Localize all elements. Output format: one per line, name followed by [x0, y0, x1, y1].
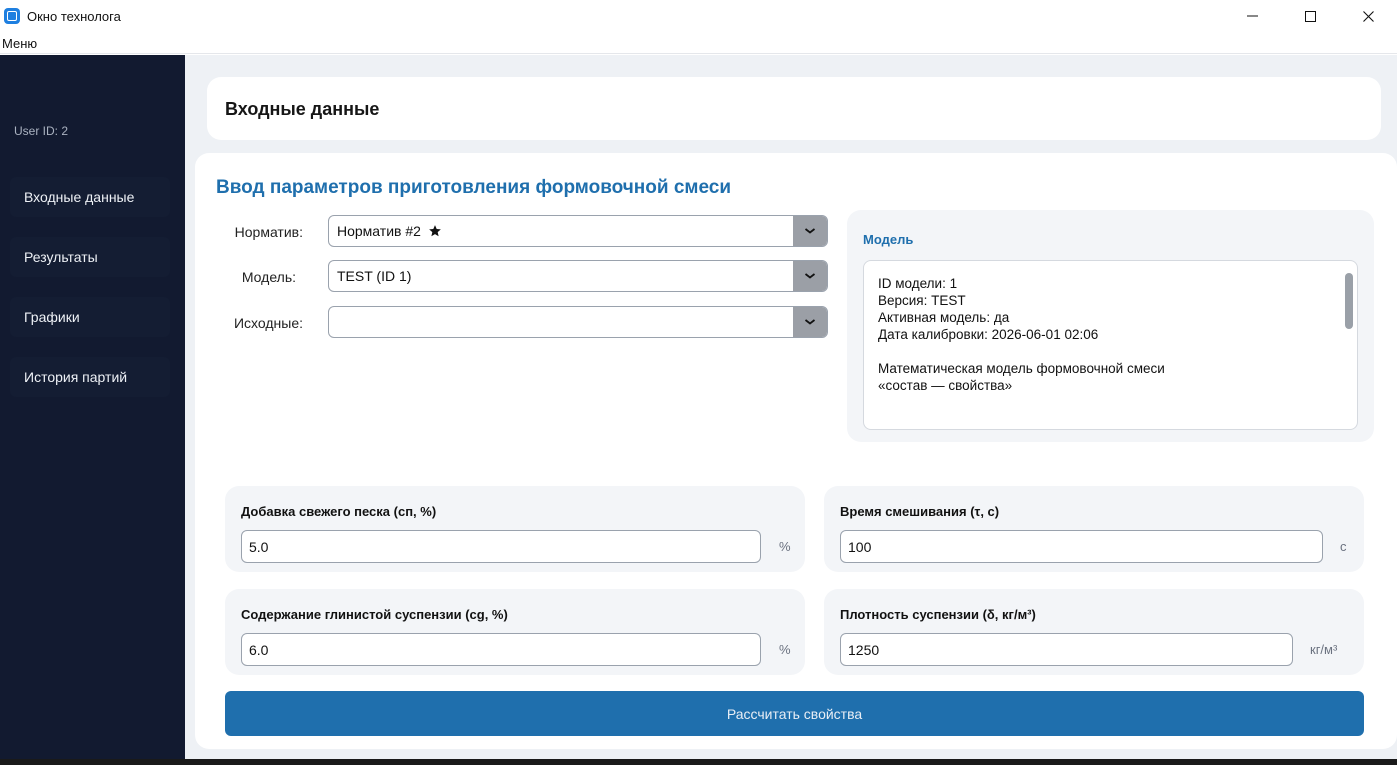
minimize-icon — [1246, 15, 1258, 17]
minimize-button[interactable] — [1223, 0, 1281, 32]
window-controls — [1223, 0, 1397, 32]
close-icon — [1362, 10, 1374, 22]
clay-unit: % — [779, 642, 791, 657]
model-info-line: Версия: TEST — [878, 293, 966, 308]
model-info-line: ID модели: 1 — [878, 276, 958, 291]
sidebar-item-results[interactable]: Результаты — [10, 237, 170, 277]
mixing-label: Время смешивания (τ, с) — [840, 504, 1000, 519]
maximize-icon — [1304, 10, 1316, 22]
chevron-down-icon[interactable] — [793, 307, 827, 337]
model-description-line: «состав — свойства» — [878, 378, 1013, 393]
sidebar: User ID: 2 Входные данные Результаты Гра… — [0, 55, 185, 765]
sand-label: Добавка свежего песка (сп, %) — [241, 504, 437, 519]
density-label: Плотность суспензии (δ, кг/м³) — [840, 607, 1036, 622]
model-info-box[interactable]: ID модели: 1 Версия: TEST Активная модел… — [863, 260, 1358, 430]
menu-item-main[interactable]: Меню — [2, 36, 37, 51]
sidebar-item-charts[interactable]: Графики — [10, 297, 170, 337]
menu-bar: Меню — [0, 32, 1397, 54]
scrollbar-thumb[interactable] — [1345, 273, 1353, 329]
section-title: Ввод параметров приготовления формовочно… — [216, 177, 732, 198]
close-button[interactable] — [1339, 0, 1397, 32]
normative-value: Норматив #2 — [337, 223, 421, 239]
model-label: Модель: — [241, 269, 296, 285]
title-bar: Окно технолога — [0, 0, 1397, 32]
sand-input[interactable] — [241, 530, 761, 563]
user-id-label: User ID: 2 — [14, 124, 69, 138]
density-unit: кг/м³ — [1310, 642, 1338, 657]
model-value: TEST (ID 1) — [337, 268, 412, 284]
clay-label: Содержание глинистой суспензии (cg, %) — [241, 607, 508, 622]
model-panel: Модель ID модели: 1 Версия: TEST Активна… — [847, 210, 1374, 442]
clay-input[interactable] — [241, 633, 761, 666]
normative-select[interactable]: Норматив #2 — [328, 215, 828, 247]
calculate-button[interactable]: Рассчитать свойства — [225, 691, 1364, 736]
param-card-density: Плотность суспензии (δ, кг/м³) кг/м³ — [824, 589, 1364, 675]
model-info-line: Дата калибровки: 2026-06-01 02:06 — [878, 327, 1099, 342]
model-select[interactable]: TEST (ID 1) — [328, 260, 828, 292]
maximize-button[interactable] — [1281, 0, 1339, 32]
mixing-unit: с — [1340, 539, 1347, 554]
content-card: Ввод параметров приготовления формовочно… — [195, 153, 1397, 749]
param-card-sand: Добавка свежего песка (сп, %) % — [225, 486, 805, 572]
source-label: Исходные: — [233, 315, 303, 331]
page-title: Входные данные — [225, 99, 380, 119]
param-card-mixing: Время смешивания (τ, с) с — [824, 486, 1364, 572]
background-strip — [0, 759, 1397, 765]
normative-label: Норматив: — [234, 224, 303, 240]
model-description-line: Математическая модель формовочной смеси — [878, 361, 1165, 376]
scrollbar[interactable] — [1345, 271, 1353, 421]
chevron-down-icon[interactable] — [793, 216, 827, 246]
source-select[interactable] — [328, 306, 828, 338]
model-info-line: Активная модель: да — [878, 310, 1010, 325]
model-panel-title: Модель — [863, 232, 914, 247]
sidebar-item-input-data[interactable]: Входные данные — [10, 177, 170, 217]
param-card-clay: Содержание глинистой суспензии (cg, %) % — [225, 589, 805, 675]
sand-unit: % — [779, 539, 791, 554]
main-area: Входные данные Ввод параметров приготовл… — [185, 55, 1397, 765]
header-card: Входные данные — [207, 77, 1381, 140]
mixing-input[interactable] — [840, 530, 1323, 563]
window-title: Окно технолога — [27, 8, 121, 24]
chevron-down-icon[interactable] — [793, 261, 827, 291]
sidebar-item-batch-history[interactable]: История партий — [10, 357, 170, 397]
star-icon — [429, 225, 441, 237]
density-input[interactable] — [840, 633, 1293, 666]
app-icon — [4, 8, 20, 24]
